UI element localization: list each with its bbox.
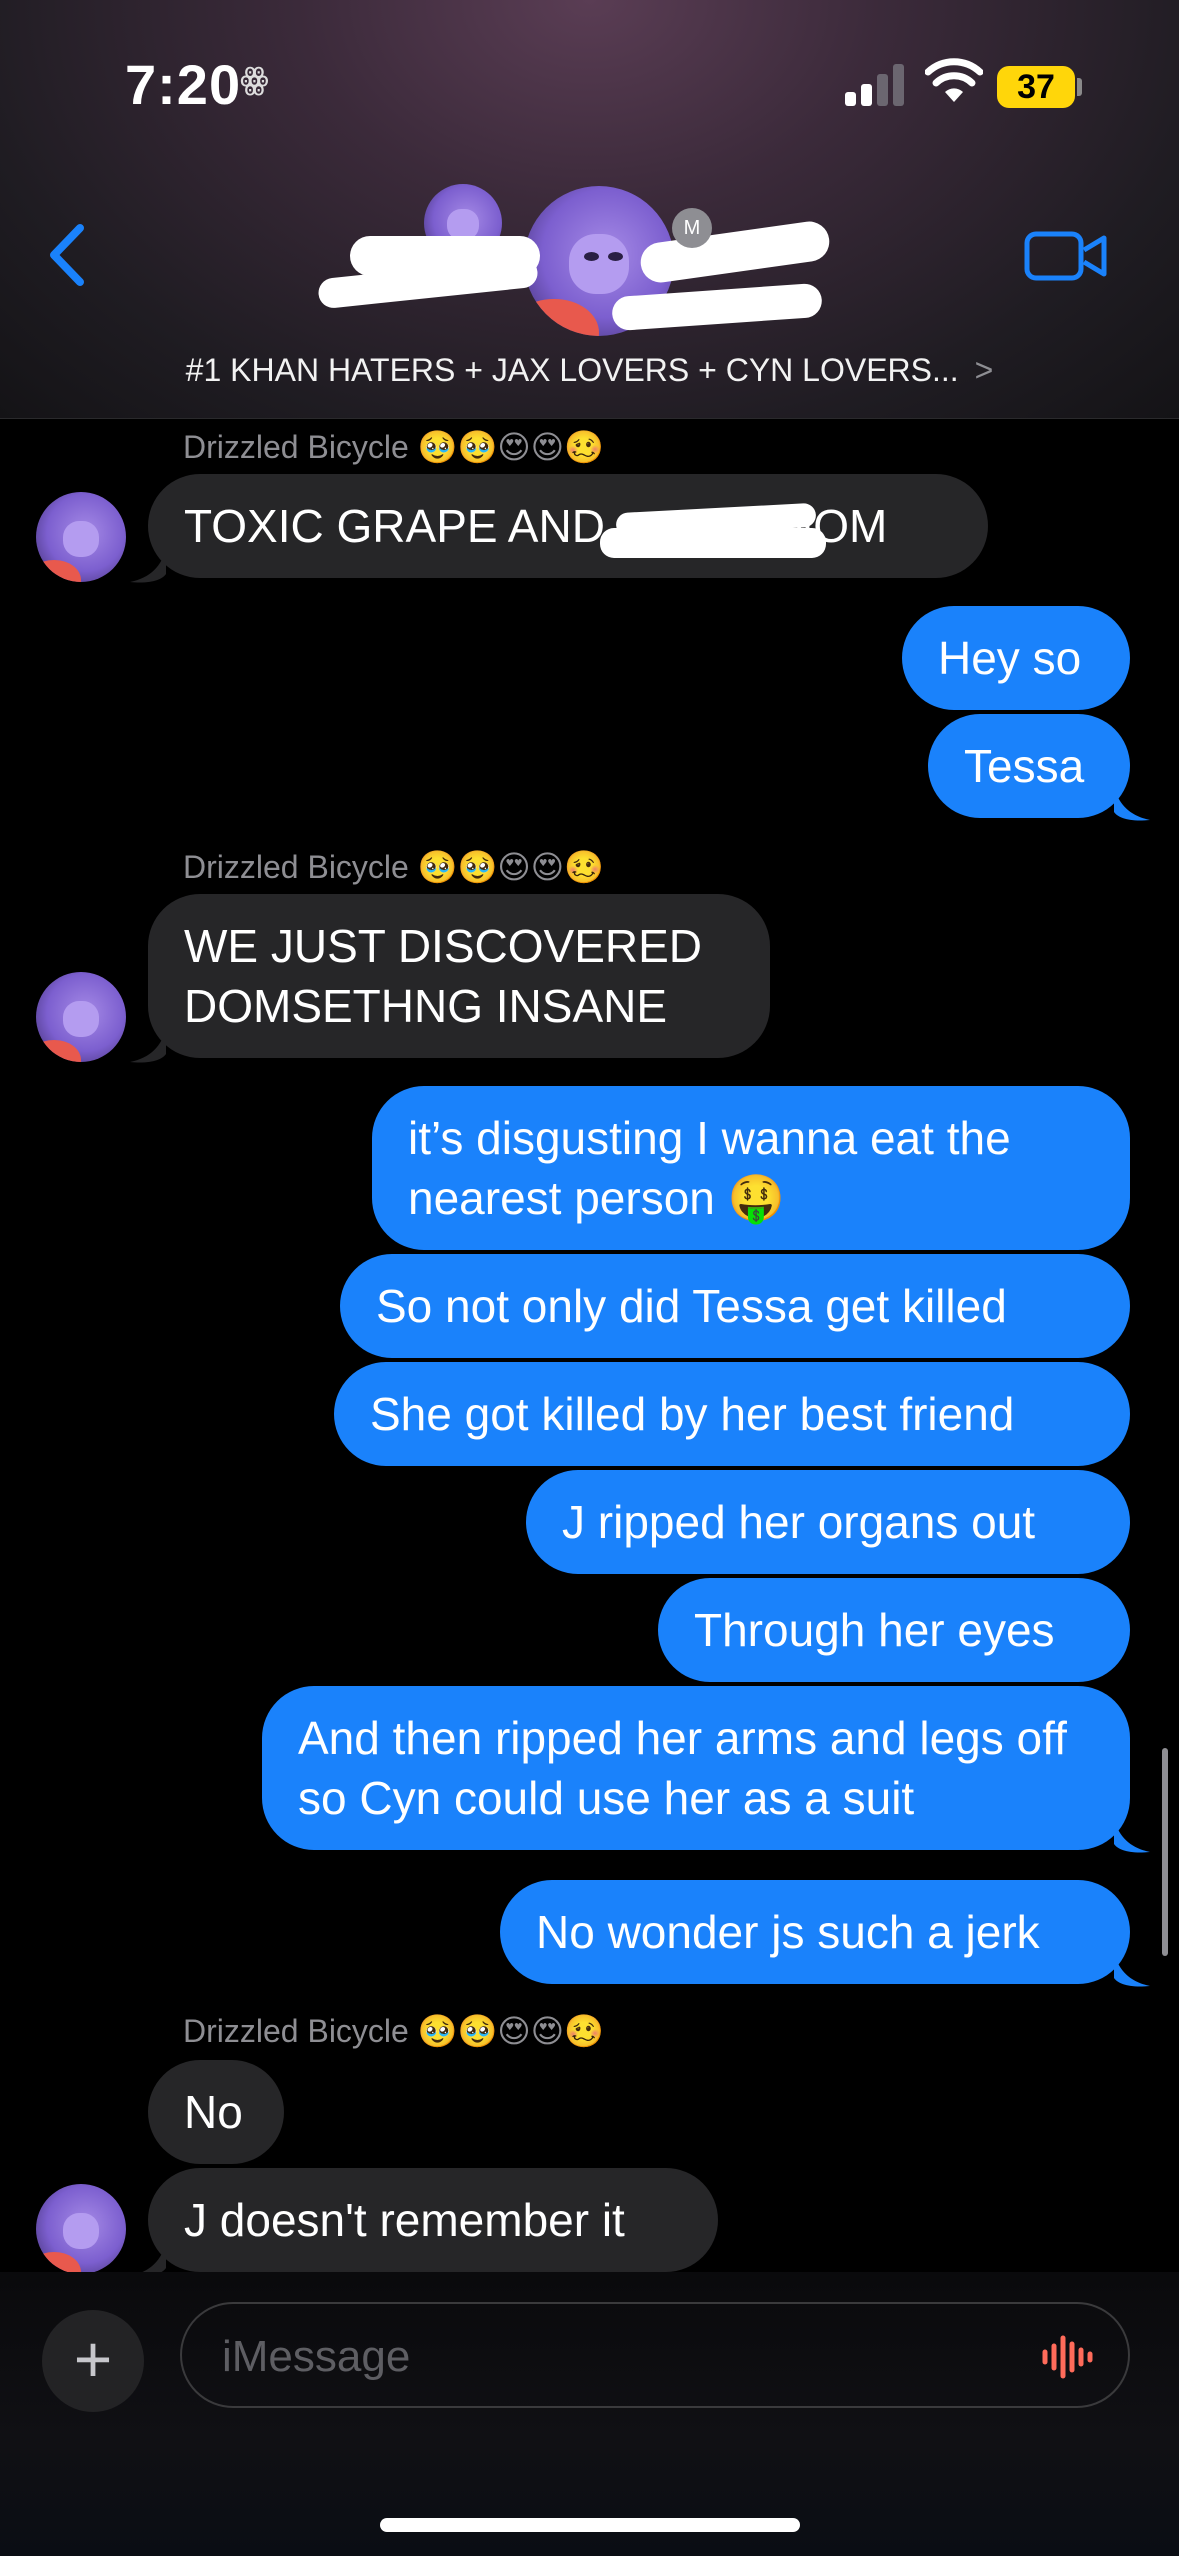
message-bubble-outgoing[interactable]: Through her eyes [658, 1578, 1130, 1682]
conversation-header: 7:20 ꙮ 37 M #1 KHAN HATERS + JAX LOVERS … [0, 0, 1179, 419]
message-text: Tessa [964, 740, 1085, 792]
message-text: No wonder js such a jerk [536, 1906, 1040, 1958]
message-bubble-outgoing[interactable]: So not only did Tessa get killed [340, 1254, 1130, 1358]
bubble-tail [1114, 786, 1150, 821]
chevron-right-icon: > [974, 352, 994, 388]
message-text: J doesn't remember it [184, 2194, 625, 2246]
message-text: WE JUST DISCOVERED DOMSETHNG INSANE [184, 920, 702, 1032]
add-attachment-button[interactable]: + [42, 2310, 144, 2412]
sender-avatar [36, 492, 126, 582]
sender-name: Drizzled Bicycle 🥹🥹😍😍🥴 [183, 429, 604, 465]
redaction-scribble-left-2 [350, 236, 540, 276]
message-bubble-outgoing[interactable]: She got killed by her best friend [334, 1362, 1130, 1466]
battery-tip [1077, 78, 1082, 96]
message-text: So not only did Tessa get killed [376, 1280, 1007, 1332]
message-text: Through her eyes [694, 1604, 1055, 1656]
sender-avatar [36, 972, 126, 1062]
sender-name: Drizzled Bicycle 🥹🥹😍😍🥴 [183, 2013, 604, 2049]
bubble-tail [130, 548, 166, 583]
sender-name: Drizzled Bicycle 🥹🥹😍😍🥴 [183, 849, 604, 885]
message-bubble-outgoing[interactable]: And then ripped her arms and legs off so… [262, 1686, 1130, 1850]
wifi-icon [925, 58, 983, 102]
message-bubble-outgoing[interactable]: No wonder js such a jerk [500, 1880, 1130, 1984]
message-bubble-outgoing[interactable]: it’s disgusting I wanna eat the nearest … [372, 1086, 1130, 1250]
message-text: it’s disgusting I wanna eat the nearest … [408, 1112, 1011, 1224]
message-bubble-outgoing[interactable]: Tessa [928, 714, 1130, 818]
scroll-indicator[interactable] [1162, 1748, 1168, 1956]
bubble-tail [1114, 1952, 1150, 1987]
message-bubble-incoming[interactable]: No [148, 2060, 284, 2164]
message-bubble-incoming[interactable]: J doesn't remember it [148, 2168, 718, 2272]
message-input-placeholder: iMessage [222, 2332, 411, 2381]
group-name-text: #1 KHAN HATERS + JAX LOVERS + CYN LOVERS… [185, 352, 959, 388]
message-text: No [184, 2086, 243, 2138]
message-text: TOXIC GRAPE AND [184, 500, 605, 552]
bubble-tail [1114, 1818, 1150, 1853]
member-initial-badge: M [672, 208, 712, 248]
message-input[interactable]: iMessage [180, 2302, 1130, 2408]
video-call-icon[interactable] [1024, 228, 1108, 284]
message-bubble-incoming[interactable]: WE JUST DISCOVERED DOMSETHNG INSANE [148, 894, 770, 1058]
message-bubble-outgoing[interactable]: J ripped her organs out [526, 1470, 1130, 1574]
message-text: She got killed by her best friend [370, 1388, 1015, 1440]
home-indicator[interactable] [380, 2518, 800, 2532]
cellular-signal-icon [845, 60, 905, 106]
redaction-mark [600, 528, 826, 558]
battery-level: 37 [997, 66, 1075, 108]
back-chevron-icon[interactable] [42, 220, 92, 290]
message-bubble-outgoing[interactable]: Hey so [902, 606, 1130, 710]
message-text: And then ripped her arms and legs off so… [298, 1712, 1067, 1824]
message-bubble-incoming[interactable]: TOXIC GRAPE AND MOM [148, 474, 988, 578]
sender-avatar [36, 2184, 126, 2274]
status-activity-icon: ꙮ [240, 63, 269, 96]
status-time: 7:20 [125, 53, 242, 116]
message-text: Hey so [938, 632, 1082, 684]
group-name[interactable]: #1 KHAN HATERS + JAX LOVERS + CYN LOVERS… [0, 352, 1179, 389]
message-text: J ripped her organs out [562, 1496, 1036, 1548]
bubble-tail [130, 1028, 166, 1063]
voice-waveform-icon[interactable] [1040, 2334, 1094, 2380]
